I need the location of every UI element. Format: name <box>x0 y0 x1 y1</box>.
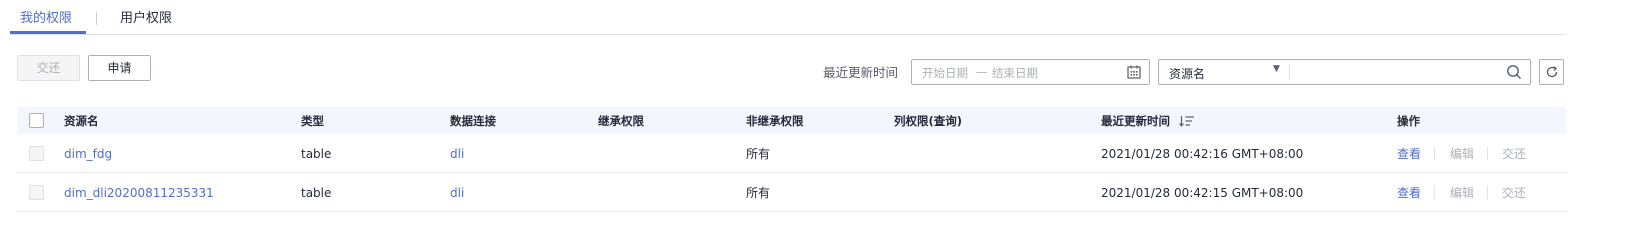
tab-bar: 我的权限 用户权限 <box>10 0 1566 35</box>
return-button[interactable]: 交还 <box>17 55 80 81</box>
non-inherited-cell: 所有 <box>746 186 771 200</box>
end-date-placeholder: 结束日期 <box>992 66 1038 80</box>
edit-action[interactable]: 编辑 <box>1450 146 1474 162</box>
start-date-placeholder: 开始日期 <box>922 66 968 80</box>
column-header: 类型 <box>301 114 324 128</box>
search-field-select[interactable]: 资源名 <box>1169 65 1205 82</box>
column-header: 操作 <box>1397 114 1420 128</box>
non-inherited-cell: 所有 <box>746 147 771 161</box>
updated-time-cell: 2021/01/28 00:42:15 GMT+08:00 <box>1101 186 1304 200</box>
resource-name-link[interactable]: dim_fdg <box>64 146 112 162</box>
column-header: 继承权限 <box>598 114 644 128</box>
date-range-separator: — <box>976 65 988 79</box>
search-icon[interactable] <box>1506 64 1522 83</box>
action-divider <box>1487 147 1488 160</box>
tab-divider <box>96 12 97 25</box>
resource-name-link[interactable]: dim_dli20200811235331 <box>64 185 214 201</box>
column-header: 非继承权限 <box>746 114 804 128</box>
select-all-checkbox[interactable] <box>29 113 44 128</box>
updated-time-cell: 2021/01/28 00:42:16 GMT+08:00 <box>1101 147 1304 161</box>
action-divider <box>1434 186 1435 199</box>
table-header: 资源名 类型 数据连接 继承权限 非继承权限 列权限(查询) 最近更新时间 操作 <box>17 107 1566 134</box>
search-input[interactable] <box>1295 62 1495 82</box>
return-action[interactable]: 交还 <box>1502 146 1526 162</box>
tab-my-permissions[interactable]: 我的权限 <box>20 10 72 28</box>
column-header: 列权限(查询) <box>894 114 963 128</box>
connection-link[interactable]: dli <box>450 146 464 162</box>
column-header: 最近更新时间 <box>1101 114 1170 128</box>
action-divider <box>1434 147 1435 160</box>
type-cell: table <box>301 186 332 200</box>
connection-link[interactable]: dli <box>450 185 464 201</box>
sort-icon[interactable] <box>1179 115 1195 130</box>
caret-down-icon[interactable]: ▼ <box>1273 64 1280 74</box>
row-checkbox[interactable] <box>29 185 44 200</box>
view-action[interactable]: 查看 <box>1397 146 1421 162</box>
table-row: dim_fdg table dli 所有 2021/01/28 00:42:16… <box>17 134 1566 173</box>
column-header: 数据连接 <box>450 114 496 128</box>
resource-search: 资源名 ▼ <box>1158 59 1531 85</box>
type-cell: table <box>301 147 332 161</box>
table-row: dim_dli20200811235331 table dli 所有 2021/… <box>17 173 1566 212</box>
action-divider <box>1487 186 1488 199</box>
row-checkbox[interactable] <box>29 146 44 161</box>
refresh-icon <box>1546 66 1558 78</box>
column-header: 资源名 <box>64 114 99 128</box>
date-range-picker[interactable]: 开始日期 — 结束日期 <box>911 59 1150 85</box>
update-time-filter-label: 最近更新时间 <box>823 65 899 80</box>
view-action[interactable]: 查看 <box>1397 185 1421 201</box>
calendar-icon[interactable] <box>1127 65 1141 82</box>
return-action[interactable]: 交还 <box>1502 185 1526 201</box>
active-tab-indicator <box>10 31 86 34</box>
apply-button[interactable]: 申请 <box>88 55 151 81</box>
tab-user-permissions[interactable]: 用户权限 <box>120 10 172 28</box>
search-divider <box>1289 65 1290 79</box>
refresh-button[interactable] <box>1539 59 1564 85</box>
edit-action[interactable]: 编辑 <box>1450 185 1474 201</box>
